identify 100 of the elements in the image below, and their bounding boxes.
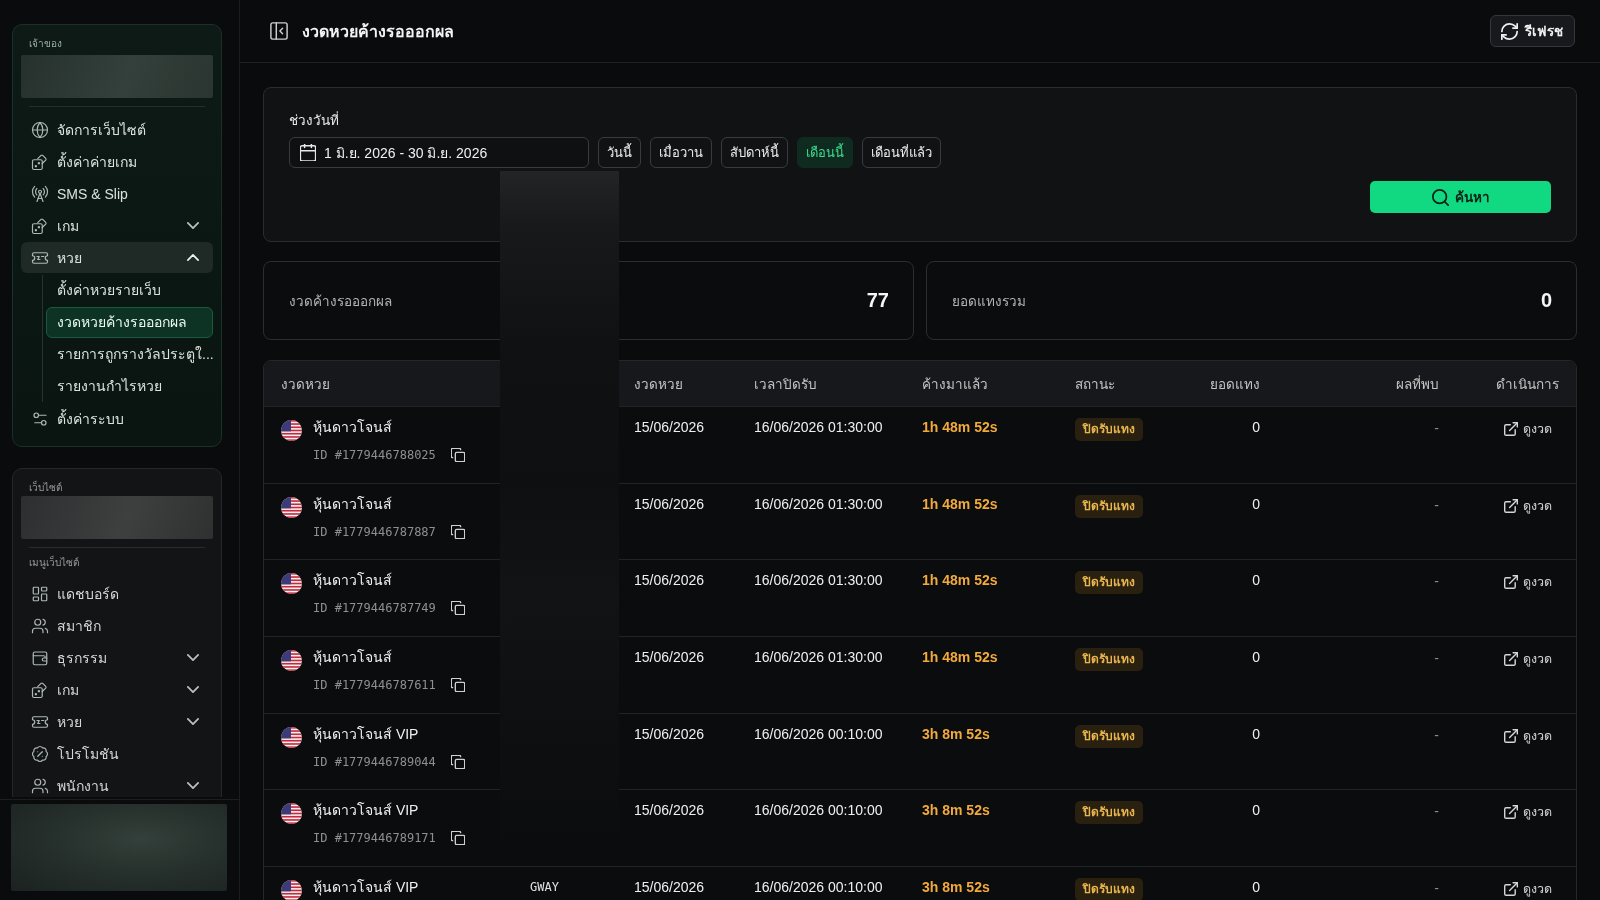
grid-icon [31, 584, 49, 603]
sidebar-subitem[interactable]: งวดหวยค้างรอออกผล [46, 307, 213, 338]
view-link[interactable]: ดูงวด [1504, 725, 1552, 746]
refresh-icon [1501, 22, 1518, 40]
lottery-name: หุ้นดาวโจนส์ [313, 418, 392, 437]
sidebar-item[interactable]: SMS & Slip [21, 178, 213, 209]
lottery-name: หุ้นดาวโจนส์ VIP [313, 724, 419, 744]
chevron-down-icon [187, 782, 199, 789]
table-cell-text: 16/06/2026 01:30:00 [754, 571, 883, 591]
view-link[interactable]: ดูงวด [1504, 419, 1552, 439]
view-link[interactable]: ดูงวด [1504, 572, 1552, 593]
table-cell-text: - [1434, 879, 1439, 899]
sidebar-item[interactable]: ตั้งค่าระบบ [21, 403, 213, 434]
sidebar-item[interactable]: ตั้งค่าค่ายเกม [21, 146, 213, 177]
preset-chip[interactable]: เดือนนี้ [797, 137, 853, 168]
status-badge: ปิดรับแทง [1075, 418, 1143, 441]
field-label: ช่วงวันที่ [289, 112, 339, 130]
refresh-button[interactable]: รีเฟรช [1490, 15, 1575, 47]
copy-icon[interactable] [450, 831, 465, 846]
lottery-id: ID #1779446787749 [313, 600, 436, 618]
flag-icon [281, 420, 302, 441]
sidebar-toggle-icon[interactable] [270, 22, 288, 40]
calendar-icon [300, 144, 316, 161]
table-cell-text: 15/06/2026 [634, 494, 705, 514]
preset-chip[interactable]: วันนี้ [598, 137, 641, 168]
table-cell-text: 0 [1252, 418, 1260, 437]
status-badge: ปิดรับแทง [1075, 801, 1143, 825]
copy-icon[interactable] [450, 601, 465, 616]
pending-time: 1h 48m 52s [922, 418, 998, 437]
flag-icon [281, 573, 302, 595]
date-range-field[interactable]: 1 มิ.ย. 2026 - 30 มิ.ย. 2026 [289, 137, 589, 168]
table-cell-text: - [1434, 649, 1439, 669]
column-header: เวลาปิดรับ [754, 375, 817, 394]
stat-value: 0 [1540, 289, 1552, 312]
lottery-id: ID #1779446789044 [313, 753, 436, 771]
preset-chip[interactable]: เดือนที่แล้ว [862, 137, 941, 168]
external-link-icon [1504, 652, 1518, 667]
view-link[interactable]: ดูงวด [1504, 649, 1552, 670]
table-cell-text: 0 [1252, 494, 1260, 514]
page-title: งวดหวยค้างรอออกผล [302, 21, 455, 42]
copy-icon[interactable] [450, 678, 465, 693]
section-label: เว็บไซต์ [28, 481, 62, 495]
external-link-icon [1504, 882, 1518, 897]
table-cell-text: 16/06/2026 00:10:00 [754, 801, 883, 821]
table-cell-text: 0 [1252, 878, 1260, 898]
section-label: เมนูเว็บไซต์ [28, 556, 79, 570]
preset-chip[interactable]: เมื่อวาน [650, 137, 712, 168]
flag-icon [281, 803, 302, 825]
sidebar-item[interactable]: เกม [21, 674, 213, 705]
external-link-icon [1504, 498, 1518, 513]
copy-icon[interactable] [450, 524, 465, 539]
view-link[interactable]: ดูงวด [1504, 495, 1552, 516]
stat-value: 77 [866, 289, 889, 312]
pending-time: 1h 48m 52s [922, 571, 998, 591]
table-cell-text: 16/06/2026 01:30:00 [754, 494, 883, 514]
column-header: ค้างมาแล้ว [922, 375, 988, 394]
preset-chip[interactable]: สัปดาห์นี้ [721, 137, 788, 168]
column-header: ผลที่พบ [1396, 374, 1439, 394]
column-header: ดำเนินการ [1496, 375, 1559, 394]
copy-icon[interactable] [450, 754, 465, 769]
chevron-down-icon [187, 718, 199, 725]
stat-label: ยอดแทงรวม [952, 292, 1026, 311]
sidebar-item[interactable]: หวย [21, 706, 213, 737]
dice-icon [31, 216, 49, 235]
stat-label: งวดค้างรอออกผล [289, 292, 392, 311]
lottery-id: ID #1779446788025 [313, 447, 436, 464]
sidebar-subitem[interactable]: รายการถูกรางวัลประตูใ... [46, 339, 213, 370]
sidebar-item[interactable]: เกม [21, 210, 213, 241]
table-cell-text: 15/06/2026 [634, 648, 705, 668]
sidebar-item[interactable]: โปรโมชัน [21, 738, 213, 769]
sidebar-item[interactable]: สมาชิก [21, 610, 213, 641]
column-header: ยอดแทง [1210, 375, 1260, 394]
status-badge: ปิดรับแทง [1075, 878, 1143, 900]
search-button[interactable]: ค้นหา [1370, 181, 1551, 213]
lottery-name: หุ้นดาวโจนส์ VIP [313, 878, 419, 898]
search-icon [1431, 188, 1449, 206]
sidebar-item[interactable]: ธุรกรรม [21, 642, 213, 673]
chevron-down-icon [187, 654, 199, 661]
pending-time: 3h 8m 52s [922, 724, 990, 744]
table-cell-text: 16/06/2026 00:10:00 [754, 878, 883, 898]
sidebar-subitem[interactable]: ตั้งค่าหวยรายเว็บ [46, 275, 213, 306]
radio-tower-icon [31, 184, 49, 203]
sidebar-item[interactable]: หวย [21, 242, 213, 273]
table-cell-text: - [1434, 725, 1439, 745]
dice-icon [31, 680, 49, 699]
sliders-icon [31, 409, 49, 428]
flag-icon [281, 726, 302, 748]
view-link[interactable]: ดูงวด [1504, 802, 1552, 823]
column-header: งวดหวย [281, 375, 330, 394]
pending-time: 1h 48m 52s [922, 648, 998, 668]
column-header: สถานะ [1075, 375, 1115, 394]
sidebar-item[interactable]: จัดการเว็บไซต์ [21, 114, 213, 145]
sidebar-item[interactable]: แดชบอร์ด [21, 578, 213, 609]
table-cell-text: 15/06/2026 [634, 418, 705, 437]
flag-icon [281, 880, 302, 900]
table-cell-text: 0 [1252, 648, 1260, 668]
copy-icon[interactable] [450, 448, 465, 462]
view-link[interactable]: ดูงวด [1504, 879, 1552, 900]
sidebar-subitem[interactable]: รายงานกำไรหวย [46, 371, 213, 402]
sidebar-item[interactable]: พนักงาน [21, 770, 213, 797]
